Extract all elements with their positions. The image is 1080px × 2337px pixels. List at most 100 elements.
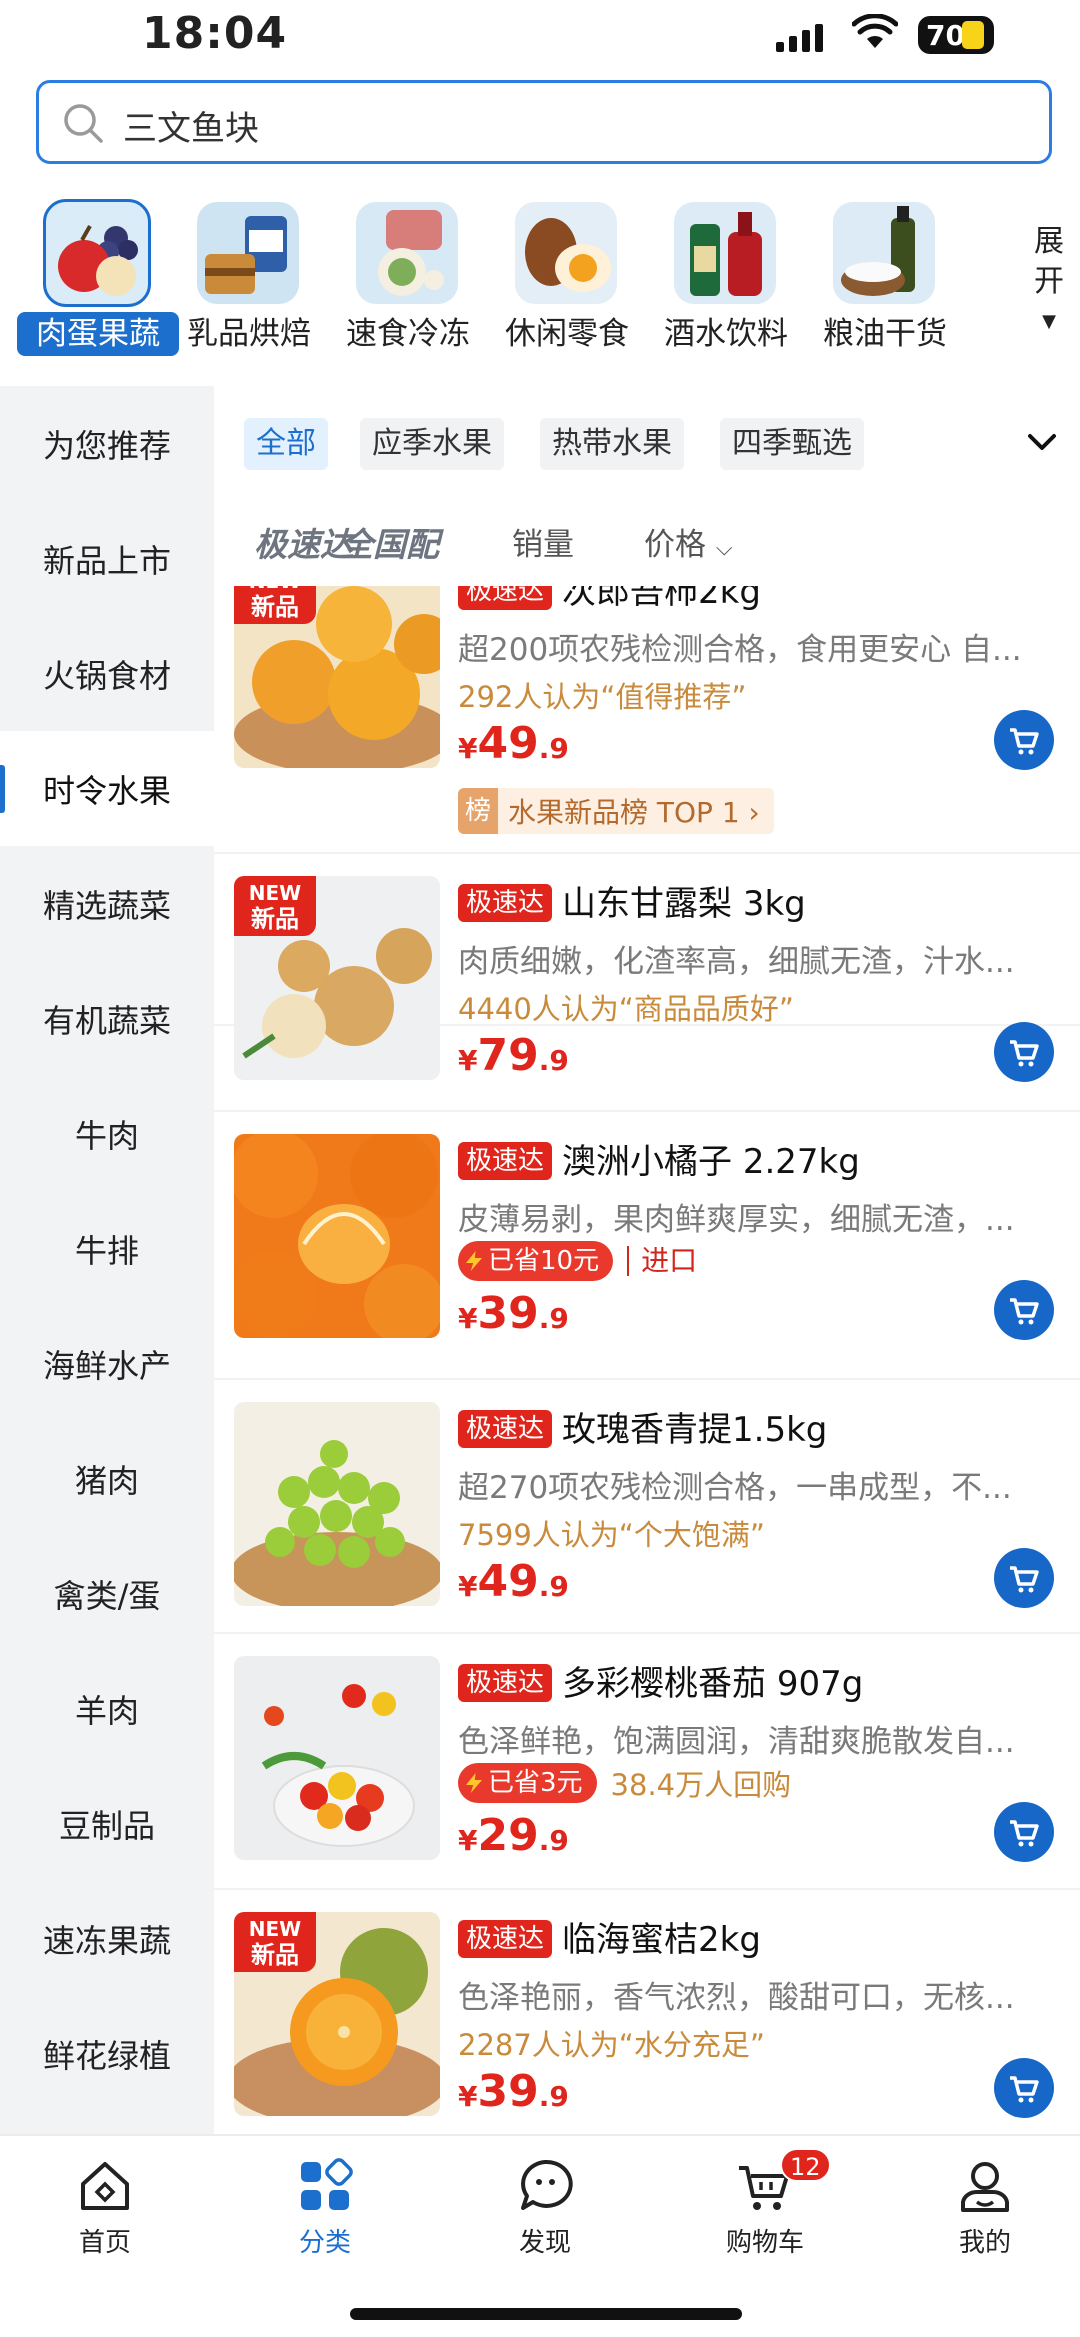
- origin-label: 进口: [627, 1246, 697, 1276]
- category-image: [197, 202, 299, 304]
- product-image: NEW新品: [234, 876, 440, 1080]
- chevron-down-icon[interactable]: [1024, 428, 1060, 458]
- price-dec: .9: [538, 732, 569, 765]
- cart-count-badge: 12: [780, 2148, 831, 2182]
- add-to-cart-button[interactable]: [994, 1802, 1054, 1862]
- tab-label: 发现: [518, 2228, 571, 2258]
- add-to-cart-button[interactable]: [994, 1548, 1054, 1608]
- product-card[interactable]: 极速达 玫瑰香青提1.5kg 超270项农残检测合格，一串成型，不... 7599…: [214, 1380, 1080, 1634]
- sort-national[interactable]: 全国配: [340, 514, 439, 576]
- sidebar-item[interactable]: 牛肉: [0, 1076, 214, 1191]
- sidebar-item[interactable]: 牛排: [0, 1191, 214, 1306]
- tab-category[interactable]: 分类: [250, 2156, 400, 2276]
- sidebar-item[interactable]: 新品上市: [0, 501, 214, 616]
- price-int: 39: [477, 2066, 539, 2117]
- filter-chip[interactable]: 应季水果: [360, 418, 504, 470]
- product-review: 7599人认为“个大饱满”: [458, 1518, 765, 1552]
- category-snacks[interactable]: 休闲零食: [492, 196, 642, 372]
- product-image: [234, 1656, 440, 1860]
- search-placeholder: 三文鱼块: [123, 109, 259, 149]
- category-fruit-meat[interactable]: 肉蛋果蔬: [17, 196, 179, 372]
- sidebar-item[interactable]: 有机蔬菜: [0, 961, 214, 1076]
- product-card[interactable]: 极速达 多彩樱桃番茄 907g 色泽鲜艳，饱满圆润，清甜爽脆散发自... 已省3元…: [214, 1634, 1080, 1890]
- price-currency: ¥: [458, 1302, 478, 1335]
- cart-icon: [1010, 2076, 1039, 2103]
- sidebar-item[interactable]: 羊肉: [0, 1651, 214, 1766]
- search-bar[interactable]: 三文鱼块: [36, 80, 1052, 164]
- sidebar-item[interactable]: 鲜花绿植: [0, 1996, 214, 2111]
- category-dairy-bakery[interactable]: 乳品烘焙: [174, 196, 324, 372]
- product-name: 玫瑰香青提1.5kg: [562, 1410, 828, 1450]
- add-to-cart-button[interactable]: [994, 1280, 1054, 1340]
- price-dec: .9: [538, 1570, 569, 1603]
- product-price: ¥39.9: [458, 2066, 569, 2117]
- sidebar-item[interactable]: 为您推荐: [0, 386, 214, 501]
- tab-discover[interactable]: 发现: [470, 2156, 620, 2276]
- fast-delivery-tag: 极速达: [458, 1410, 553, 1448]
- sort-sales[interactable]: 销量: [512, 514, 574, 576]
- ranking-link[interactable]: 榜 水果新品榜 TOP 1 ›: [458, 788, 774, 834]
- product-review: 292人认为“值得推荐”: [458, 680, 747, 714]
- price-int: 79: [477, 1030, 539, 1081]
- tab-label: 购物车: [725, 2228, 804, 2258]
- add-to-cart-button[interactable]: [994, 1022, 1054, 1082]
- saved-badge: 已省10元: [458, 1241, 614, 1281]
- status-bar: 18:04 70: [0, 0, 1080, 72]
- fast-delivery-tag: 极速达: [458, 884, 553, 922]
- sidebar-item[interactable]: 精选蔬菜: [0, 846, 214, 961]
- new-badge: NEW新品: [234, 876, 316, 936]
- product-name: 多彩樱桃番茄 907g: [562, 1664, 864, 1704]
- tab-label: 我的: [958, 2228, 1011, 2258]
- new-badge-en: NEW: [248, 881, 302, 905]
- tab-profile[interactable]: 我的: [910, 2156, 1060, 2276]
- product-card[interactable]: NEW 新品 极速达 临海蜜桔2kg 色泽艳丽，香气浓烈，酸甜可口，无核... 22…: [214, 1890, 1080, 2134]
- product-card[interactable]: NEW 新品 极速达 山东甘露梨 3kg 肉质细嫩，化渣率高，细腻无渣，汁水... …: [214, 854, 1080, 1112]
- rank-badge: 榜: [458, 788, 498, 834]
- product-price: ¥79.9: [458, 1030, 569, 1081]
- product-card[interactable]: 极速达 澳洲小橘子 2.27kg 皮薄易剥，果肉鲜爽厚实，细腻无渣，... 已省1…: [214, 1112, 1080, 1380]
- product-title: 极速达 次郎吾柿2kg: [458, 586, 1058, 616]
- price-int: 39: [477, 1288, 539, 1339]
- product-title: 极速达 澳洲小橘子 2.27kg: [458, 1138, 1058, 1186]
- category-grain-oil[interactable]: 粮油干货: [810, 196, 960, 372]
- rank-text: 水果新品榜 TOP 1 ›: [508, 796, 760, 829]
- add-to-cart-button[interactable]: [994, 710, 1054, 770]
- add-to-cart-button[interactable]: [994, 2058, 1054, 2118]
- tab-label: 首页: [78, 2228, 131, 2258]
- filter-chip-all[interactable]: 全部: [244, 418, 328, 470]
- price-dec: .9: [538, 1044, 569, 1077]
- product-name: 山东甘露梨 3kg: [562, 884, 806, 924]
- tab-home[interactable]: 首页: [30, 2156, 180, 2276]
- sidebar-item-active[interactable]: 时令水果: [0, 731, 214, 846]
- product-badges: 已省10元 进口: [458, 1240, 697, 1282]
- sort-fast-delivery[interactable]: 极速达: [254, 514, 353, 576]
- category-frozen[interactable]: 速食冷冻: [333, 196, 483, 372]
- sidebar-item[interactable]: 猪肉: [0, 1421, 214, 1536]
- sidebar-item[interactable]: 禽类/蛋: [0, 1536, 214, 1651]
- sidebar-item[interactable]: 速冻果蔬: [0, 1881, 214, 1996]
- new-badge-zh: 新品: [251, 1941, 299, 1969]
- sidebar-item[interactable]: 海鲜水产: [0, 1306, 214, 1421]
- product-card[interactable]: NEW新品 极速达次郎吾柿2kg 超200项农残检测合格，食用更安心 自... …: [214, 586, 1080, 854]
- filter-chip[interactable]: 四季甄选: [720, 418, 864, 470]
- filter-chip[interactable]: 热带水果: [540, 418, 684, 470]
- tab-cart[interactable]: 12 购物车: [690, 2148, 840, 2276]
- new-badge: NEW新品: [234, 586, 316, 624]
- bottom-tab-bar: 首页 分类 发现 12 购物车 我的: [0, 2134, 1080, 2337]
- price-currency: ¥: [458, 1824, 478, 1857]
- product-price: ¥49.9: [458, 718, 569, 769]
- product-title: 极速达 临海蜜桔2kg: [458, 1916, 1058, 1964]
- price-currency: ¥: [458, 1570, 478, 1603]
- sort-price[interactable]: 价格 ⌵: [644, 514, 733, 580]
- expand-categories-button[interactable]: 展开 ▼: [1024, 222, 1074, 342]
- price-currency: ¥: [458, 2080, 478, 2113]
- sidebar-item[interactable]: 豆制品: [0, 1766, 214, 1881]
- category-label: 乳品烘焙: [187, 316, 311, 352]
- category-image: [356, 202, 458, 304]
- sort-bar: 极速达 全国配 销量 价格 ⌵: [214, 514, 1080, 576]
- category-drinks[interactable]: 酒水饮料: [651, 196, 801, 372]
- price-int: 49: [477, 1556, 539, 1607]
- product-desc: 色泽鲜艳，饱满圆润，清甜爽脆散发自...: [458, 1724, 1015, 1760]
- sidebar: 为您推荐 新品上市 火锅食材 时令水果 精选蔬菜 有机蔬菜 牛肉 牛排 海鲜水产…: [0, 386, 214, 2134]
- sidebar-item[interactable]: 火锅食材: [0, 616, 214, 731]
